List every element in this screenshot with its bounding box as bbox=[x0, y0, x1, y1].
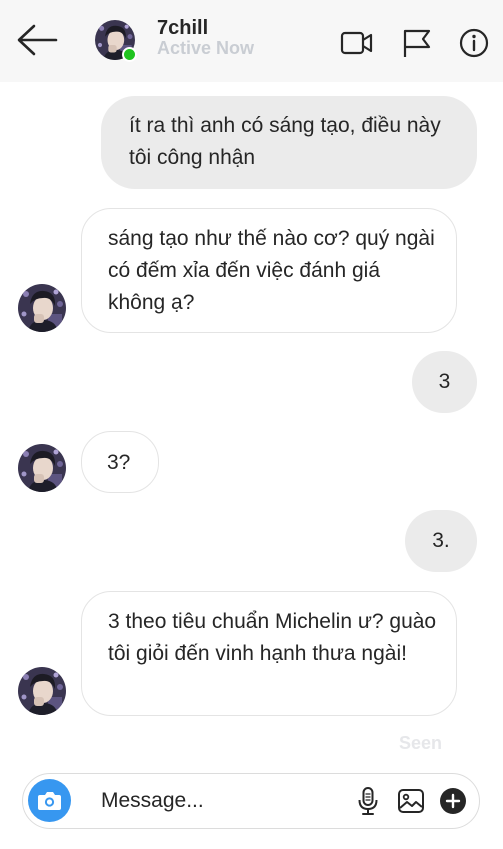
message-outgoing[interactable]: 3. bbox=[405, 510, 477, 572]
back-arrow-icon bbox=[17, 24, 58, 56]
chat-header: 7chill Active Now bbox=[0, 0, 503, 82]
contact-status: Active Now bbox=[157, 38, 255, 58]
voice-message-button[interactable] bbox=[353, 786, 383, 816]
seen-indicator: Seen bbox=[399, 733, 443, 753]
message-text: 3 bbox=[438, 370, 451, 393]
sender-avatar[interactable] bbox=[18, 667, 66, 715]
camera-icon bbox=[38, 792, 61, 810]
gallery-button[interactable] bbox=[396, 786, 426, 816]
message-incoming[interactable]: sáng tạo như thế nào cơ? quý ngài có đếm… bbox=[81, 208, 457, 333]
message-text: 3. bbox=[432, 529, 450, 552]
info-icon bbox=[459, 28, 489, 58]
message-outgoing[interactable]: 3 bbox=[412, 351, 477, 413]
report-button[interactable] bbox=[400, 27, 434, 59]
message-text: sáng tạo như thế nào cơ? quý ngài có đếm… bbox=[108, 227, 435, 314]
message-text: ít ra thì anh có sáng tạo, điều này tôi … bbox=[129, 114, 441, 169]
message-outgoing[interactable]: ít ra thì anh có sáng tạo, điều này tôi … bbox=[101, 96, 477, 189]
flag-icon bbox=[403, 29, 431, 57]
image-icon bbox=[398, 789, 424, 813]
contact-name[interactable]: 7chill bbox=[157, 17, 208, 40]
message-incoming[interactable]: 3? bbox=[81, 431, 159, 493]
contact-avatar[interactable] bbox=[95, 20, 137, 62]
sender-avatar[interactable] bbox=[18, 444, 66, 492]
message-text: 3? bbox=[107, 451, 131, 474]
microphone-icon bbox=[358, 787, 378, 815]
add-button[interactable] bbox=[438, 786, 468, 816]
message-text: 3 theo tiêu chuẩn Michelin ư? guào tôi g… bbox=[108, 610, 437, 665]
message-input[interactable] bbox=[101, 783, 341, 819]
sender-avatar[interactable] bbox=[18, 284, 66, 332]
video-camera-icon bbox=[340, 31, 373, 55]
camera-button[interactable] bbox=[28, 779, 71, 822]
plus-icon bbox=[440, 788, 466, 814]
video-call-button[interactable] bbox=[340, 27, 374, 59]
info-button[interactable] bbox=[457, 27, 491, 59]
message-composer bbox=[22, 773, 480, 829]
message-incoming[interactable]: 3 theo tiêu chuẩn Michelin ư? guào tôi g… bbox=[81, 591, 457, 716]
back-button[interactable] bbox=[14, 20, 60, 60]
online-indicator bbox=[122, 47, 137, 62]
